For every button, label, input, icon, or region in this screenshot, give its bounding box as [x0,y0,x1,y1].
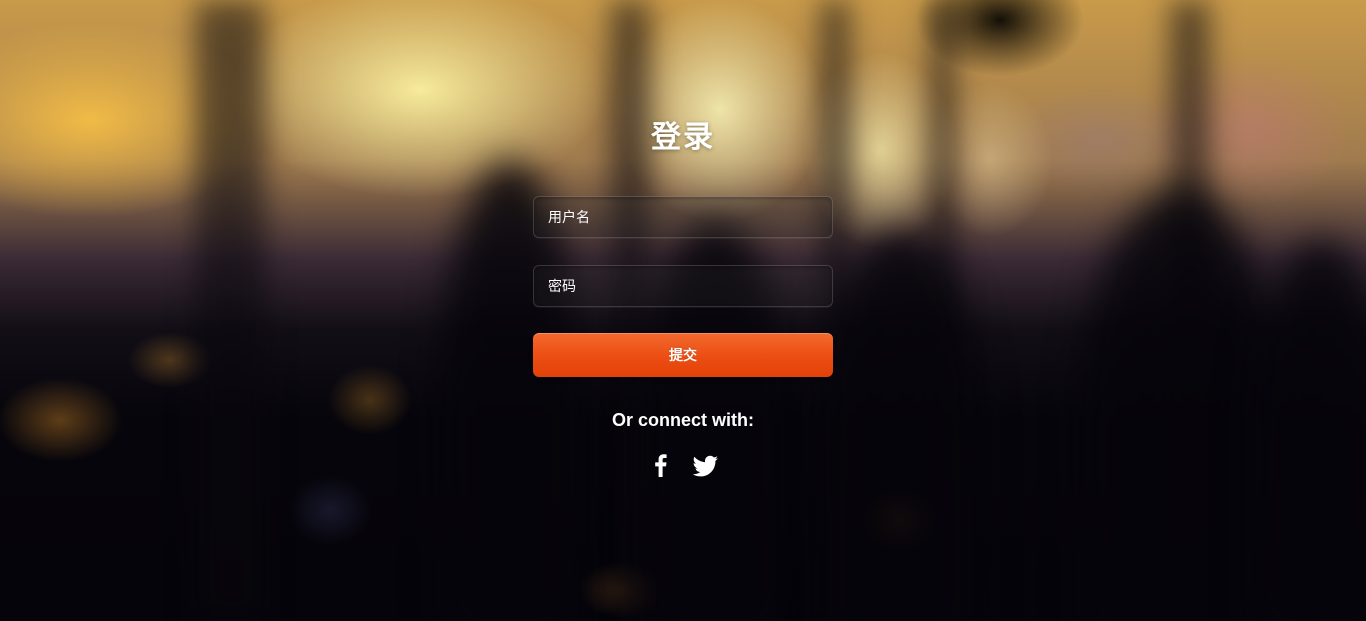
social-links [533,450,833,480]
twitter-icon[interactable] [690,450,720,480]
username-input[interactable] [533,196,833,238]
submit-button[interactable]: 提交 [533,333,833,377]
password-input[interactable] [533,265,833,307]
facebook-icon[interactable] [646,450,676,480]
blurred-background-image [0,0,1366,621]
login-title: 登录 [651,120,715,155]
connect-with-label: Or connect with: [611,410,754,430]
login-form: 登录 提交 Or connect with: [533,110,833,477]
